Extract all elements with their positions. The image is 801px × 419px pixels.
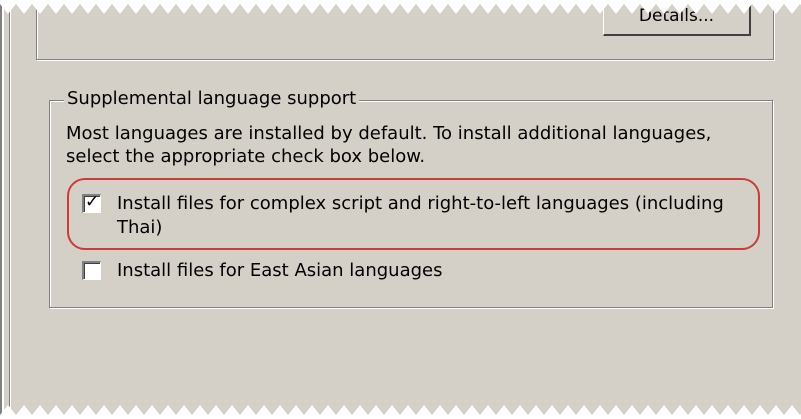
torn-edge-top [0,0,801,14]
east-asian-checkbox[interactable] [82,261,101,280]
supplemental-group-legend: Supplemental language support [64,87,360,111]
complex-script-option[interactable]: ✓ Install files for complex script and r… [82,192,757,240]
tab-panel-border [9,0,11,419]
torn-edge-bottom [0,405,801,419]
east-asian-option[interactable]: Install files for East Asian languages [82,259,757,283]
complex-script-label[interactable]: Install files for complex script and rig… [117,192,757,240]
window-border [0,0,4,419]
supplemental-description: Most languages are installed by default.… [66,123,712,167]
complex-script-checkbox[interactable]: ✓ [82,192,101,213]
east-asian-label[interactable]: Install files for East Asian languages [117,259,757,283]
regional-options-dialog: Details... Supplemental language support… [0,0,801,419]
checkmark-icon: ✓ [85,192,100,212]
